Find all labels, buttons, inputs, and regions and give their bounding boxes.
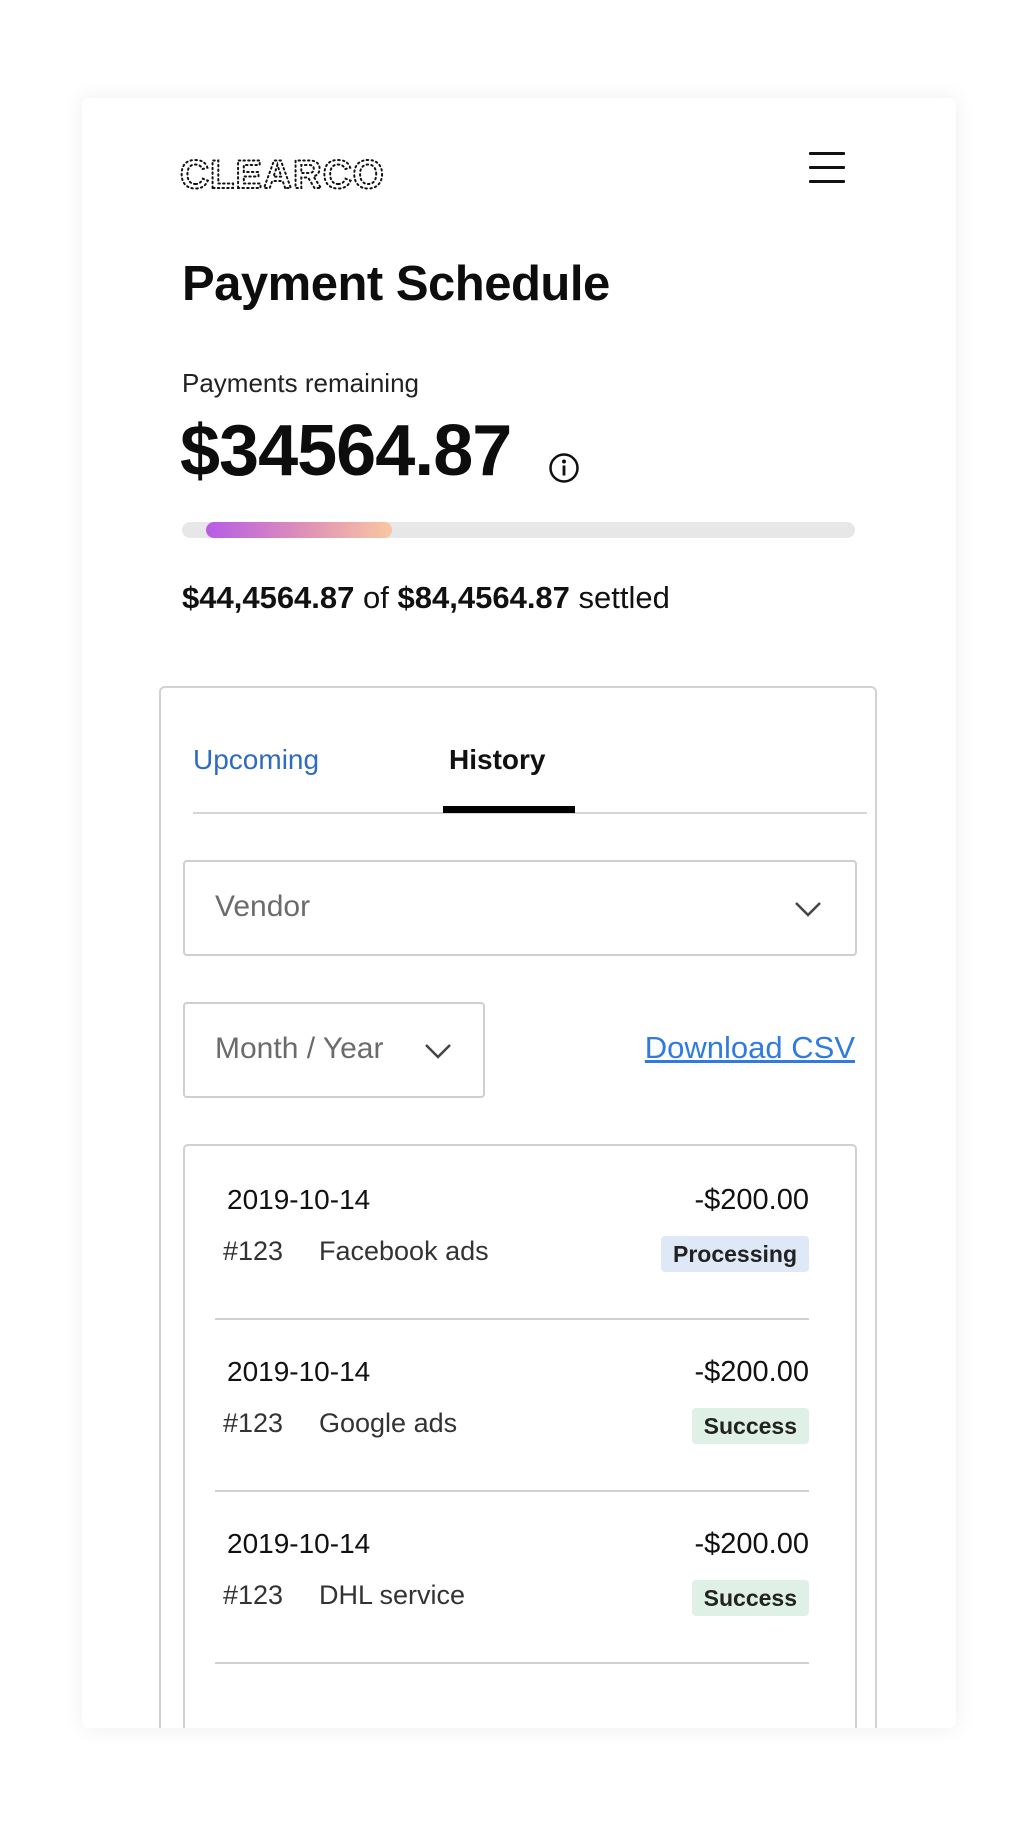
tab-history[interactable]: History bbox=[449, 744, 545, 776]
transaction-row[interactable]: 2019-10-14 -$200.00 #123 DHL service Suc… bbox=[215, 1490, 809, 1664]
transaction-vendor: DHL service bbox=[319, 1580, 466, 1610]
clearco-logo: CLEARCO bbox=[179, 155, 385, 193]
status-badge: Success bbox=[691, 1580, 809, 1616]
status-badge: Success bbox=[691, 1408, 809, 1444]
settlement-progress-bar bbox=[182, 522, 855, 538]
download-csv-link[interactable]: Download CSV bbox=[645, 1030, 855, 1066]
total-amount: $84,4564.87 bbox=[397, 580, 570, 615]
chevron-down-icon bbox=[425, 1044, 451, 1059]
payments-remaining-label: Payments remaining bbox=[182, 368, 419, 398]
transaction-vendor: Google ads bbox=[319, 1408, 458, 1438]
transaction-list: 2019-10-14 -$200.00 #123 Facebook ads Pr… bbox=[183, 1144, 857, 1728]
settlement-progress-fill bbox=[206, 522, 392, 538]
settled-suffix: settled bbox=[578, 580, 670, 615]
settled-of-text: of bbox=[363, 580, 389, 615]
settled-amount: $44,4564.87 bbox=[182, 580, 355, 615]
transaction-date: 2019-10-14 bbox=[227, 1528, 371, 1559]
month-year-select-value: Month / Year bbox=[215, 1032, 384, 1065]
vendor-select[interactable]: Vendor bbox=[183, 860, 857, 956]
payments-panel: Upcoming History Vendor Month / Year Dow… bbox=[159, 686, 877, 1728]
settled-summary: $44,4564.87 of $84,4564.87 settled bbox=[182, 580, 670, 616]
transaction-row[interactable]: 2019-10-14 -$200.00 #123 Google ads Succ… bbox=[215, 1318, 809, 1492]
svg-text:CLEARCO: CLEARCO bbox=[180, 155, 385, 193]
payment-schedule-card: CLEARCO Payment Schedule Payments remain… bbox=[82, 98, 956, 1728]
active-tab-indicator bbox=[443, 806, 575, 813]
tab-bar: Upcoming History bbox=[193, 688, 867, 814]
payments-remaining-amount: $34564.87 bbox=[180, 411, 512, 491]
hamburger-menu-icon[interactable] bbox=[807, 150, 847, 184]
transaction-amount: -$200.00 bbox=[694, 1356, 810, 1388]
chevron-down-icon bbox=[795, 902, 821, 917]
page-title: Payment Schedule bbox=[182, 257, 610, 311]
transaction-date: 2019-10-14 bbox=[227, 1184, 371, 1215]
tab-upcoming[interactable]: Upcoming bbox=[193, 744, 319, 776]
month-year-select[interactable]: Month / Year bbox=[183, 1002, 485, 1098]
transaction-amount: -$200.00 bbox=[694, 1528, 810, 1560]
status-badge: Processing bbox=[661, 1236, 809, 1272]
transaction-id: #123 bbox=[223, 1408, 284, 1438]
transaction-id: #123 bbox=[223, 1580, 284, 1610]
transaction-vendor: Facebook ads bbox=[319, 1236, 489, 1266]
info-icon[interactable] bbox=[548, 452, 580, 484]
transaction-date: 2019-10-14 bbox=[227, 1356, 371, 1387]
vendor-select-value: Vendor bbox=[215, 890, 311, 923]
transaction-amount: -$200.00 bbox=[694, 1184, 810, 1216]
transaction-id: #123 bbox=[223, 1236, 284, 1266]
transaction-row[interactable]: 2019-10-14 -$200.00 #123 Facebook ads Pr… bbox=[215, 1146, 809, 1320]
